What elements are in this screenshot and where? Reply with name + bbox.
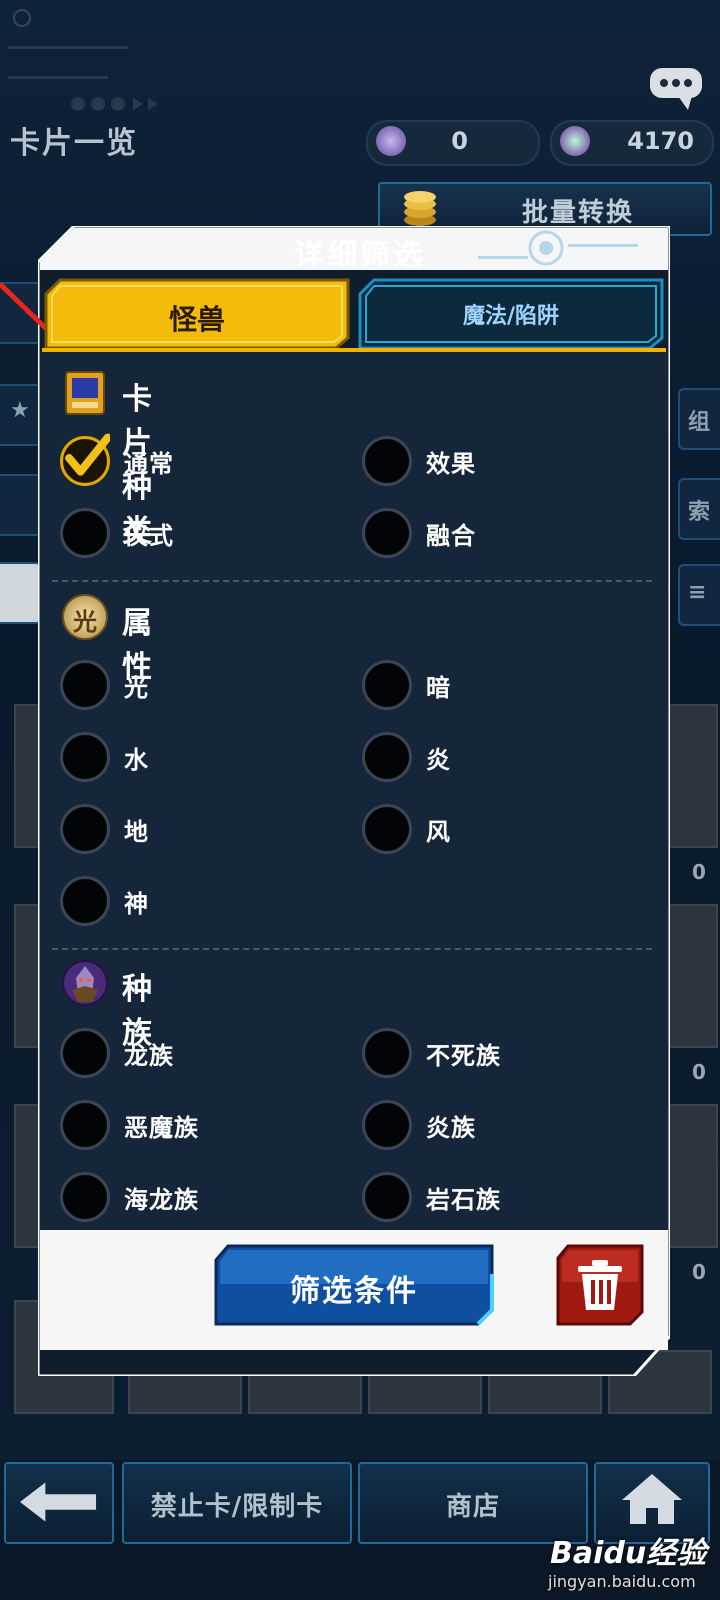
checkbox[interactable] (362, 660, 412, 710)
dialog-title: 详细筛选 (294, 238, 426, 273)
funnel-side-button[interactable] (0, 474, 42, 536)
option-earth-label: 地 (124, 818, 149, 846)
watermark-main-text: Baidu经验 (550, 1536, 707, 1571)
tab-monster-label: 怪兽 (168, 303, 225, 336)
option-earth[interactable]: 地 (60, 804, 320, 854)
option-zombie-label: 不死族 (426, 1042, 501, 1070)
filter-conditions-label: 筛选条件 (290, 1274, 418, 1309)
checkbox[interactable] (362, 436, 412, 486)
option-dark-label: 暗 (426, 674, 451, 702)
menu-side-button[interactable]: ≡ (678, 564, 720, 626)
checkbox[interactable] (362, 1028, 412, 1078)
option-rock[interactable]: 岩石族 (362, 1172, 622, 1222)
page-title: 卡片一览 (10, 126, 138, 161)
search-side-button[interactable]: 索 (678, 478, 720, 540)
search-side-label: 索 (688, 500, 711, 525)
forbidden-limited-button[interactable]: 禁止卡/限制卡 (122, 1462, 352, 1544)
checkbox[interactable] (60, 732, 110, 782)
section-divider (52, 948, 652, 950)
orb-counter: 0 (366, 120, 540, 166)
gem-count: 4170 (627, 127, 694, 155)
option-fusion-label: 融合 (426, 522, 476, 550)
baidu-watermark: Baidu经验 jingyan.baidu.com (548, 1528, 718, 1598)
option-wind[interactable]: 风 (362, 804, 622, 854)
option-zombie[interactable]: 不死族 (362, 1028, 622, 1078)
option-light[interactable]: 光 (60, 660, 320, 710)
fiend-race-icon (62, 960, 108, 1006)
checkbox[interactable] (362, 732, 412, 782)
option-divine[interactable]: 神 (60, 876, 320, 926)
orb-count: 0 (451, 127, 468, 155)
checkbox[interactable] (60, 508, 110, 558)
option-wind-label: 风 (426, 818, 451, 846)
filter-conditions-button[interactable]: 筛选条件 (214, 1244, 494, 1326)
card-count: 0 (692, 860, 706, 884)
forbidden-limited-label: 禁止卡/限制卡 (150, 1492, 324, 1522)
option-normal[interactable]: 通常 (60, 433, 320, 486)
card-count: 0 (692, 1260, 706, 1284)
light-attribute-icon: 光 (62, 594, 108, 640)
option-light-label: 光 (124, 674, 149, 702)
tab-monster[interactable]: 怪兽 (44, 278, 350, 350)
check-icon (65, 433, 110, 476)
option-sea-serpent[interactable]: 海龙族 (60, 1172, 320, 1222)
checkbox[interactable] (60, 1028, 110, 1078)
trash-icon (556, 1244, 644, 1326)
checkbox[interactable] (362, 508, 412, 558)
option-fiend[interactable]: 恶魔族 (60, 1100, 320, 1150)
option-sea-serpent-label: 海龙族 (124, 1186, 199, 1214)
option-fire-label: 炎 (426, 746, 451, 774)
checkbox[interactable] (60, 1172, 110, 1222)
option-water-label: 水 (124, 746, 149, 774)
tab-spell-trap-label: 魔法/陷阱 (462, 304, 560, 329)
clear-filters-button[interactable] (556, 1244, 644, 1326)
orb-icon (376, 126, 406, 156)
gem-icon (560, 126, 590, 156)
card-type-icon (65, 371, 105, 415)
checkbox[interactable] (362, 1172, 412, 1222)
checkbox[interactable] (60, 660, 110, 710)
deck-side-label: 组 (688, 410, 711, 435)
option-normal-label: 通常 (124, 450, 174, 478)
option-fiend-label: 恶魔族 (124, 1114, 199, 1142)
back-arrow-icon (20, 1482, 97, 1522)
checkbox[interactable] (362, 804, 412, 854)
side-tab-left-4[interactable] (0, 562, 42, 624)
option-ritual[interactable]: 仪式 (60, 508, 320, 558)
option-fusion[interactable]: 融合 (362, 508, 622, 558)
checkbox[interactable] (60, 876, 110, 926)
shop-label: 商店 (445, 1492, 500, 1522)
option-effect-label: 效果 (426, 450, 476, 478)
tab-spell-trap[interactable]: 魔法/陷阱 (358, 278, 664, 350)
checkbox-checked[interactable] (60, 433, 110, 486)
checkbox[interactable] (60, 804, 110, 854)
filter-content: 卡片种类 通常 效果 仪式 融合 光 属性 光 暗 水 炎 地 风 神 种族 龙… (40, 352, 668, 1230)
option-effect[interactable]: 效果 (362, 436, 622, 486)
option-dark[interactable]: 暗 (362, 660, 622, 710)
back-button[interactable] (4, 1462, 114, 1544)
checkbox[interactable] (60, 1100, 110, 1150)
decorative-hud-pattern (8, 9, 158, 111)
option-pyro[interactable]: 炎族 (362, 1100, 622, 1150)
chat-icon[interactable] (648, 66, 704, 112)
home-icon (622, 1474, 682, 1524)
option-fire[interactable]: 炎 (362, 732, 622, 782)
checkbox[interactable] (362, 1100, 412, 1150)
light-attribute-icon-text: 光 (73, 608, 97, 636)
option-ritual-label: 仪式 (124, 522, 174, 550)
option-dragon-label: 龙族 (124, 1042, 174, 1070)
deck-side-button[interactable]: 组 (678, 388, 720, 450)
option-dragon[interactable]: 龙族 (60, 1028, 320, 1078)
option-divine-label: 神 (124, 890, 149, 918)
section-divider (52, 580, 652, 582)
option-rock-label: 岩石族 (426, 1186, 501, 1214)
option-pyro-label: 炎族 (426, 1114, 476, 1142)
card-count: 0 (692, 1060, 706, 1084)
gem-counter: 4170 (550, 120, 714, 166)
option-water[interactable]: 水 (60, 732, 320, 782)
bulk-convert-label: 批量转换 (522, 198, 635, 228)
coins-icon (404, 191, 436, 226)
watermark-url-text: jingyan.baidu.com (548, 1572, 696, 1591)
